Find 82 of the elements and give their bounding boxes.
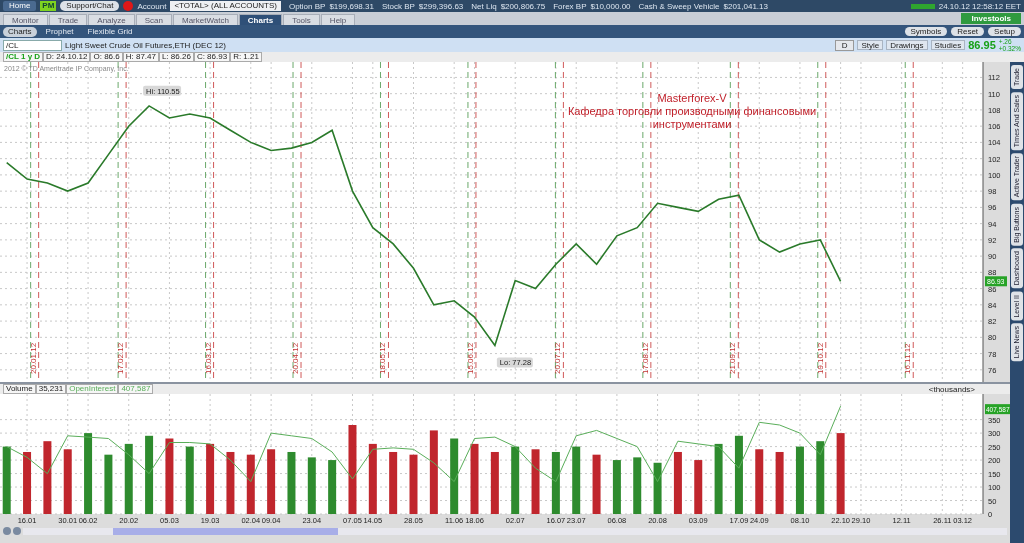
account-dropdown[interactable]: <TOTAL> (ALL ACCOUNTS)	[170, 1, 281, 11]
main-tab[interactable]: Monitor	[3, 14, 48, 25]
volume-bar	[795, 446, 804, 514]
sub-tab[interactable]: Prophet	[40, 26, 79, 37]
balance-label: Stock BP	[381, 1, 415, 11]
volume-bar	[775, 452, 784, 514]
balance-value: $10,000.00	[590, 1, 631, 11]
volume-bar	[470, 443, 479, 514]
expiration-label: 20.04.12	[291, 342, 300, 374]
volume-bar	[267, 449, 276, 514]
balance-label: Forex BP	[553, 1, 587, 11]
balance-value: $199,698.31	[329, 1, 374, 11]
expiration-label: 17.02.12	[116, 342, 126, 374]
expiration-label: 21.09.12	[728, 342, 738, 374]
volume-bar	[23, 452, 32, 514]
volume-bar	[206, 443, 215, 514]
balance-label: Option BP	[288, 1, 326, 11]
balance-value: $200,806.75	[500, 1, 546, 11]
pm-badge[interactable]: PM	[40, 1, 57, 11]
scrollbar-thumb[interactable]	[113, 527, 338, 535]
investools-button[interactable]: Investools	[961, 13, 1021, 24]
volume-bar	[124, 443, 133, 514]
volume-bar	[551, 452, 560, 514]
toolbar-button[interactable]: Reset	[951, 27, 985, 36]
volume-bar	[409, 454, 418, 514]
account-label: Account	[137, 1, 167, 11]
sub-tab[interactable]: Charts	[3, 26, 37, 37]
balance-label: Cash & Sweep Vehicle	[638, 1, 720, 11]
main-tab[interactable]: Tools	[283, 14, 320, 25]
expiration-label: 20.07.12	[553, 342, 563, 374]
expiration-label: 19.10.12	[815, 342, 825, 374]
annotation-text: Masterforex-V Кафедра торговли производными финансовыми инструментами	[567, 92, 817, 130]
last-price: 86.95	[968, 39, 996, 51]
expiration-label: 16.03.12	[203, 342, 213, 374]
volume-bar	[307, 457, 316, 514]
symbol-description: Light Sweet Crude Oil Futures,ETH (DEC 12)	[65, 40, 226, 50]
main-tab[interactable]: Help	[320, 14, 356, 25]
volume-bar	[694, 460, 703, 514]
volume-bar	[328, 460, 337, 514]
volume-bar	[572, 446, 581, 514]
toolbar-button[interactable]: Symbols	[904, 27, 948, 36]
volume-bar	[490, 452, 499, 514]
sub-tab[interactable]: Flexible Grid	[82, 26, 138, 37]
volume-bar	[714, 443, 723, 514]
support-chat-button[interactable]: Support/Chat	[60, 1, 120, 11]
volume-bar	[63, 449, 72, 514]
volume-bar	[104, 454, 113, 514]
volume-bar	[185, 446, 194, 514]
balance-value: $299,396.63	[418, 1, 464, 11]
symbol-field[interactable]: /CL	[3, 39, 62, 51]
volume-bar	[612, 460, 621, 514]
main-tab[interactable]: Analyze	[88, 14, 135, 25]
volume-bar	[287, 452, 296, 514]
expiration-label: 18.05.12	[378, 342, 388, 374]
aggregation-field[interactable]: D	[834, 39, 855, 51]
volume-bar	[673, 452, 682, 514]
volume-bar	[389, 452, 398, 514]
volume-bar	[633, 457, 642, 514]
expiration-label: 20.01.12	[28, 342, 38, 374]
volume-bar	[531, 449, 540, 514]
balance-label: Net Liq	[471, 1, 497, 11]
expiration-label: 17.08.12	[640, 342, 650, 374]
volume-bar	[226, 452, 235, 514]
expiration-label: 16.11.12	[903, 343, 913, 374]
balance-value: $201,041.13	[723, 1, 768, 11]
chart-header-button[interactable]: Drawings	[886, 40, 928, 50]
record-icon[interactable]	[123, 1, 134, 11]
connection-meter	[910, 3, 935, 9]
volume-bar	[368, 443, 377, 514]
chart-header-button[interactable]: Studies	[930, 40, 966, 50]
chart-header-button[interactable]: Style	[857, 40, 884, 50]
home-button[interactable]: Home	[3, 1, 37, 11]
volume-bar	[755, 449, 764, 514]
volume-bar	[246, 454, 255, 514]
volume-bar	[2, 446, 11, 514]
volume-bar	[653, 462, 662, 514]
date-time: 24.10.12 12:58:12 EET	[938, 1, 1021, 11]
toolbar-button[interactable]: Setup	[988, 27, 1021, 36]
volume-bar	[511, 446, 520, 514]
units-label: <thousands>	[928, 384, 975, 394]
expiration-label: 15.06.12	[465, 342, 475, 374]
volume-bar	[592, 454, 601, 514]
